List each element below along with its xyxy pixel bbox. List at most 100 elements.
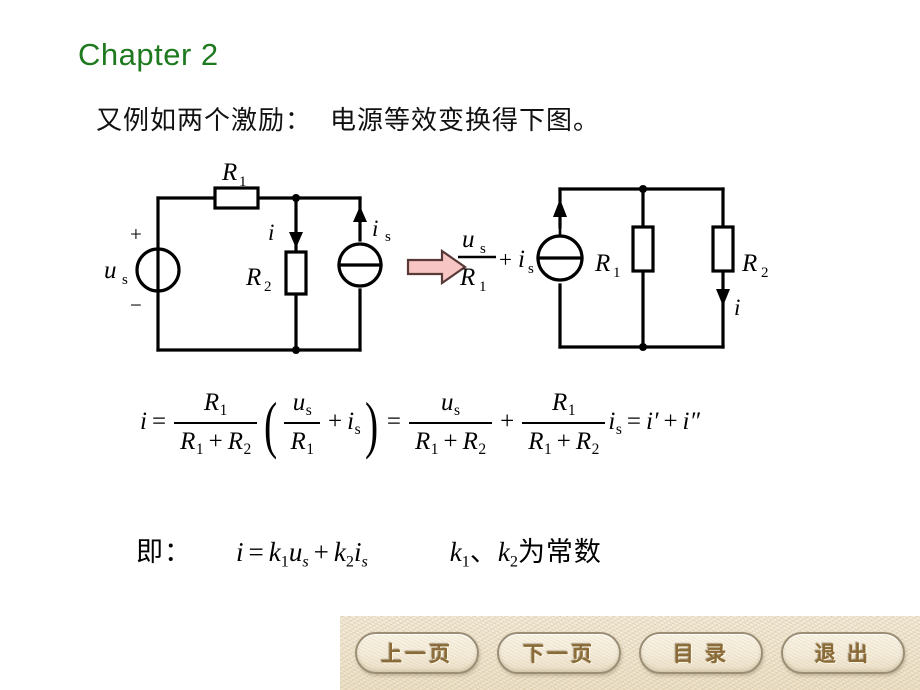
intro-text-part2: 电源等效变换得下图。 <box>330 106 601 135</box>
final-plus: + <box>313 537 329 567</box>
label-is: i <box>372 216 378 241</box>
final-note-k2-sub: 2 <box>509 552 518 571</box>
contents-button[interactable]: 目 录 <box>639 632 763 674</box>
eq-f4-den-a: R <box>528 427 544 455</box>
final-prefix: 即： <box>136 537 192 567</box>
exit-button[interactable]: 退 出 <box>781 632 905 674</box>
eq-f4-num: R <box>552 389 568 416</box>
eq-i-double-prime: i″ <box>682 408 700 436</box>
label-r1: R <box>221 160 237 186</box>
eq-f2-den-sub: 1 <box>306 440 314 458</box>
final-note-k1: k <box>449 537 462 567</box>
label-us: u <box>104 257 117 284</box>
final-u-sub: s <box>302 552 309 571</box>
eq-f1-num-sub: 1 <box>219 401 228 419</box>
eq-f4-den-op: + <box>556 427 571 455</box>
label-minus-sign: − <box>130 293 142 317</box>
label-r1: R <box>594 250 610 277</box>
resistor-r2-body <box>711 225 735 273</box>
eq-f3-den-a: R <box>414 427 431 455</box>
prev-page-label: 上一页 <box>381 642 453 666</box>
label-is-sub: s <box>385 229 391 245</box>
main-equation: i = R1 R1 + R2(us R1 + is) = us R1 + R2 + R1 R1 + R2 is = i′ +… <box>140 388 700 459</box>
resistor-r2-body <box>284 250 308 296</box>
label-us-sub: s <box>122 272 128 288</box>
final-note-text: 为常数 <box>517 537 602 567</box>
final-note-k2: k <box>497 537 510 567</box>
expr-numerator-sub: s <box>480 241 486 257</box>
final-k2: k <box>333 537 346 567</box>
label-branch-current-i: i <box>734 295 740 320</box>
final-u: u <box>288 537 303 567</box>
label-r1-sub: 1 <box>239 174 247 190</box>
final-k1: k <box>268 537 281 567</box>
eq-f1-den-a-sub: 1 <box>195 440 204 458</box>
label-r2: R <box>245 264 261 291</box>
node-top <box>639 185 647 193</box>
eq-fraction-4: R1 R1 + R2 <box>522 388 606 459</box>
source-expression-group: u s R 1 + i s <box>458 226 534 295</box>
eq-i: i <box>140 408 147 436</box>
expr-addend-sub: s <box>528 261 534 277</box>
eq-plus-middle: + <box>500 408 515 436</box>
eq-inner-i: i <box>347 408 355 436</box>
final-k2-sub: 2 <box>345 552 354 571</box>
expr-denominator-sub: 1 <box>479 279 487 295</box>
eq-f3-den-op: + <box>443 427 458 455</box>
page-title: Chapter 2 <box>78 37 219 72</box>
expr-operator: + <box>499 247 512 272</box>
eq-inner-op: + <box>328 408 343 436</box>
current-i-arrow-head <box>716 289 730 306</box>
label-r1-sub: 1 <box>613 265 621 281</box>
contents-label: 目 录 <box>672 642 730 666</box>
node-bottom <box>639 343 647 351</box>
next-page-button[interactable]: 下一页 <box>497 632 621 674</box>
final-i: i <box>236 537 244 567</box>
node-top-middle <box>292 194 300 202</box>
eq-f3-num: u <box>441 389 454 416</box>
left-circuit-diagram: R 1 R 2 u s + − i i s <box>104 160 391 354</box>
eq-trail-i: i <box>608 408 616 436</box>
prev-page-button[interactable]: 上一页 <box>355 632 479 674</box>
eq-fraction-1: R1 R1 + R2 <box>174 388 258 459</box>
eq-f4-den-a-sub: 1 <box>544 440 552 458</box>
resistor-r1-body <box>631 225 655 273</box>
eq-inner-i-sub: s <box>354 420 361 438</box>
eq-f1-den-b: R <box>227 427 243 455</box>
eq-right-paren: ) <box>364 388 378 460</box>
eq-fraction-3: us R1 + R2 <box>408 388 493 459</box>
eq-f4-den-b: R <box>575 427 592 455</box>
eq-plus-last: + <box>663 408 678 436</box>
final-note-separator: 、 <box>469 537 498 567</box>
eq-f4-num-sub: 1 <box>567 401 576 419</box>
expr-addend-i: i <box>518 246 525 273</box>
eq-f1-den-a: R <box>180 427 196 455</box>
eq-equals-3: = <box>626 408 642 436</box>
label-branch-current-i: i <box>268 220 274 245</box>
eq-f3-den-b: R <box>462 427 478 455</box>
final-equation-line: 即： i = k1us + k2is k1、k2为常数 <box>136 530 602 572</box>
expr-denominator-r: R <box>459 264 475 291</box>
label-r2-sub: 2 <box>264 279 272 295</box>
eq-left-paren: ( <box>264 388 278 460</box>
eq-f2-den: R <box>290 427 306 455</box>
label-r2: R <box>741 250 757 277</box>
final-note-k1-sub: 1 <box>461 552 470 571</box>
eq-equals-1: = <box>151 408 167 436</box>
eq-trail-i-sub: s <box>615 420 622 438</box>
eq-f1-num: R <box>203 389 220 416</box>
eq-f2-num-sub: s <box>305 401 312 419</box>
eq-f4-den-b-sub: 2 <box>591 440 600 458</box>
intro-text: 又例如两个激励： 电源等效变换得下图。 <box>96 100 600 137</box>
source-arrow-head <box>553 199 567 217</box>
expr-numerator-u: u <box>462 226 475 253</box>
final-i2-sub: s <box>361 552 368 571</box>
final-equals: = <box>248 537 264 567</box>
current-i-arrow-head <box>289 232 303 248</box>
eq-i-prime: i′ <box>646 408 659 436</box>
navigation-bar: 上一页 下一页 目 录 退 出 <box>340 616 920 690</box>
eq-f1-den-b-sub: 2 <box>243 440 252 458</box>
label-plus-sign: + <box>130 222 142 246</box>
final-k1-sub: 1 <box>280 552 289 571</box>
eq-f3-den-b-sub: 2 <box>478 440 487 458</box>
